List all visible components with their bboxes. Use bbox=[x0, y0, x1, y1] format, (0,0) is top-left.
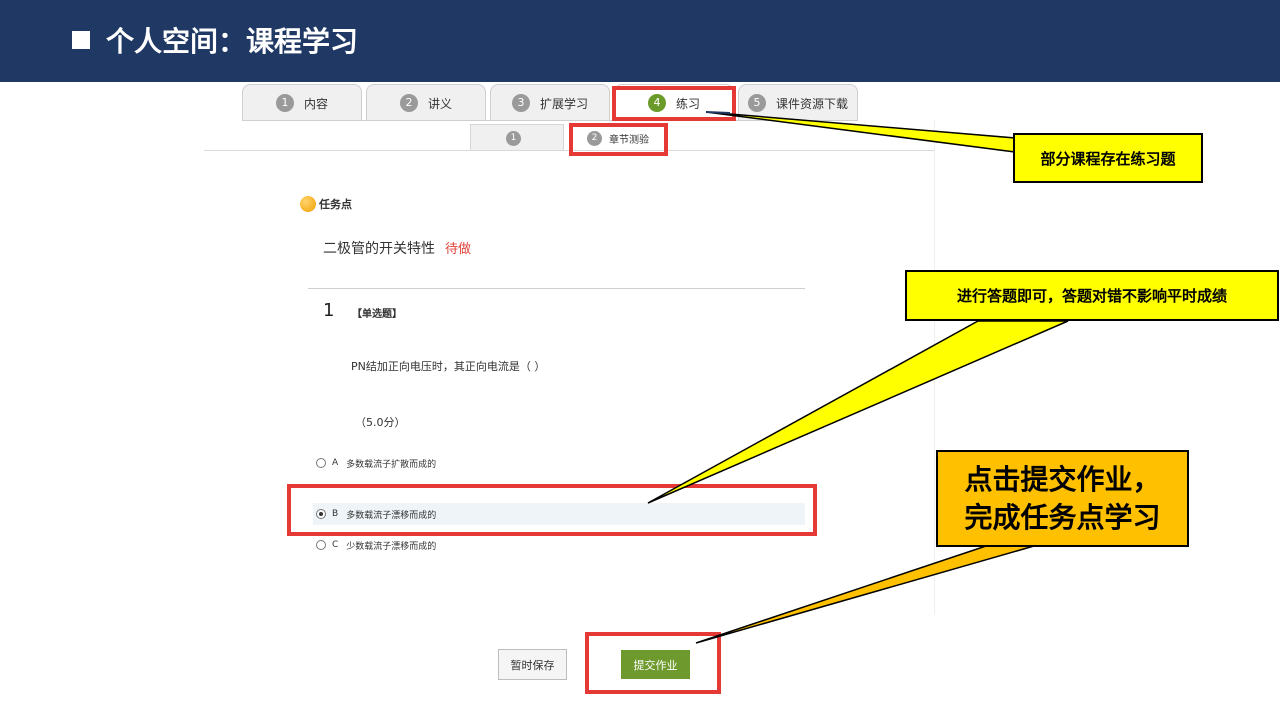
save-draft-button[interactable]: 暂时保存 bbox=[498, 649, 567, 680]
task-point-icon bbox=[300, 196, 316, 212]
tab-handout[interactable]: 2 讲义 bbox=[366, 84, 486, 121]
callout-practice-text: 部分课程存在练习题 bbox=[1040, 149, 1176, 168]
tab-label: 讲义 bbox=[427, 96, 452, 111]
callout-submit-line2: 完成任务点学习 bbox=[964, 500, 1161, 534]
tab-extended-study[interactable]: 3 扩展学习 bbox=[490, 84, 610, 121]
question-number: 1 bbox=[323, 300, 335, 321]
tabs-divider bbox=[242, 120, 858, 121]
callout-submit: 点击提交作业， 完成任务点学习 bbox=[936, 450, 1189, 547]
tab-number-badge: 3 bbox=[511, 94, 530, 112]
square-bullet-icon bbox=[72, 31, 90, 49]
task-point-label: 任务点 bbox=[319, 198, 352, 211]
subtab-1[interactable]: 1 bbox=[470, 124, 564, 151]
tab-number-badge: 5 bbox=[747, 94, 766, 112]
option-a[interactable]: A 多数载流子扩散而成的 bbox=[313, 452, 805, 474]
option-letter: A bbox=[332, 458, 339, 468]
option-c[interactable]: C 少数载流子漂移而成的 bbox=[313, 534, 805, 556]
tab-label: 内容 bbox=[303, 96, 328, 111]
tab-content[interactable]: 1 内容 bbox=[242, 84, 362, 121]
option-b[interactable]: B 多数载流子漂移而成的 bbox=[313, 503, 805, 525]
subtab-label: 章节测验 bbox=[609, 134, 649, 146]
tab-courseware-download[interactable]: 5 课件资源下载 bbox=[738, 84, 858, 121]
right-divider bbox=[934, 120, 935, 615]
tab-number-badge: 4 bbox=[647, 94, 666, 112]
page-title: 个人空间：课程学习 bbox=[72, 22, 358, 62]
task-title: 二极管的开关特性 待做 bbox=[323, 238, 471, 258]
tab-label: 练习 bbox=[675, 96, 700, 111]
submit-callout-pointer bbox=[695, 545, 1035, 644]
question-type: 【单选题】 bbox=[352, 309, 402, 320]
subtab-chapter-quiz[interactable]: 2 章节测验 bbox=[570, 124, 666, 151]
tab-number-badge: 1 bbox=[275, 94, 294, 112]
option-letter: C bbox=[332, 540, 339, 550]
content-divider bbox=[204, 150, 934, 151]
subtab-number-badge: 2 bbox=[587, 130, 602, 146]
option-text: 少数载流子漂移而成的 bbox=[346, 541, 437, 552]
tab-practice[interactable]: 4 练习 bbox=[614, 84, 734, 121]
task-divider bbox=[308, 288, 805, 289]
option-letter: B bbox=[332, 509, 339, 519]
radio-button[interactable] bbox=[316, 458, 326, 468]
radio-button[interactable] bbox=[316, 540, 326, 550]
submit-homework-button[interactable]: 提交作业 bbox=[621, 650, 690, 679]
question-text: PN结加正向电压时，其正向电流是（ ） bbox=[351, 360, 546, 373]
callout-practice: 部分课程存在练习题 bbox=[1013, 133, 1203, 183]
task-point-badge: 任务点 bbox=[300, 196, 352, 212]
radio-button[interactable] bbox=[316, 509, 326, 519]
task-status: 待做 bbox=[445, 242, 472, 257]
tab-number-badge: 2 bbox=[399, 94, 418, 112]
callout-answer-text: 进行答题即可，答题对错不影响平时成绩 bbox=[956, 287, 1227, 305]
header-banner: 个人空间：课程学习 bbox=[0, 0, 1280, 82]
callout-submit-line1: 点击提交作业， bbox=[964, 462, 1161, 496]
option-text: 多数载流子漂移而成的 bbox=[346, 510, 437, 521]
callout-answer: 进行答题即可，答题对错不影响平时成绩 bbox=[905, 270, 1279, 321]
option-text: 多数载流子扩散而成的 bbox=[346, 459, 437, 470]
tab-label: 扩展学习 bbox=[539, 96, 588, 111]
tab-label: 课件资源下载 bbox=[775, 96, 848, 111]
subtab-number-badge: 1 bbox=[506, 130, 521, 146]
task-title-text: 二极管的开关特性 bbox=[323, 241, 435, 257]
question-score: （5.0分） bbox=[355, 416, 406, 429]
page-title-text: 个人空间：课程学习 bbox=[106, 25, 359, 58]
